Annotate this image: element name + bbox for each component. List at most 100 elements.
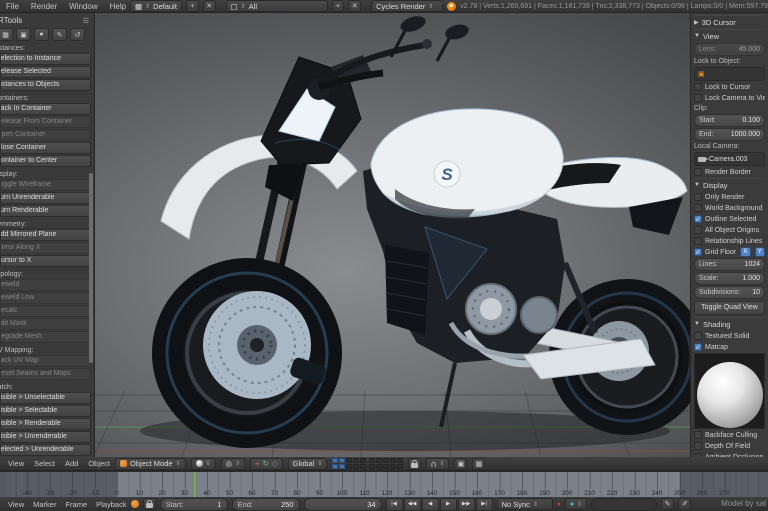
tool-button[interactable]: Add Mirrored Plane	[0, 229, 91, 241]
manipulator-toggle[interactable]: +↻◇	[250, 458, 282, 470]
layer-cell[interactable]	[346, 458, 352, 463]
tool-button[interactable]: Close Container	[0, 142, 91, 154]
checkbox-row-backface-culling[interactable]: Backface Culling	[694, 430, 765, 440]
tool-shelf-scrollbar[interactable]	[89, 173, 93, 363]
layer-cell[interactable]	[360, 458, 366, 463]
screen-layout-selector[interactable]: ▦ ⇕ Default	[130, 0, 182, 12]
checkbox-row-lock-to-cursor[interactable]: Lock to Cursor	[694, 82, 765, 92]
layer-cell[interactable]	[376, 458, 382, 463]
matcap-preview[interactable]	[694, 353, 765, 429]
checkbox[interactable]	[694, 431, 702, 439]
scene-lock-button[interactable]	[408, 458, 421, 470]
menu-render[interactable]: Render	[31, 2, 57, 11]
tool-button[interactable]: Visible > Selectable	[0, 405, 91, 417]
layer-cell[interactable]	[383, 458, 389, 463]
prev-keyframe-button[interactable]: ◀◀	[404, 498, 421, 511]
layers-widget[interactable]	[332, 458, 403, 469]
jump-to-end-button[interactable]: ▶|	[476, 498, 493, 511]
render-ops-camera-button[interactable]: ▣	[454, 458, 467, 470]
render-engine-selector[interactable]: Cycles Render ⇕	[371, 0, 443, 12]
frame-end-field[interactable]: End: 250	[232, 498, 300, 511]
playhead[interactable]	[194, 472, 196, 498]
tool-button[interactable]: Mirror Along X	[0, 242, 91, 254]
grid-icon[interactable]: ▦	[0, 28, 13, 41]
range-lock-button[interactable]	[143, 498, 156, 510]
checkbox[interactable]	[694, 442, 702, 450]
lines-field[interactable]: Lines:1024	[694, 258, 765, 271]
subdivisions-field[interactable]: Subdivisions:10	[694, 286, 765, 299]
viewport-3d[interactable]: S	[95, 13, 690, 457]
view3d-menu-add[interactable]: Add	[65, 459, 78, 468]
checkbox[interactable]	[694, 226, 702, 234]
toggle-quad-view-button[interactable]: Toggle Quad View	[694, 301, 765, 315]
checkbox-row-lock-camera-to-view[interactable]: Lock Camera to View	[694, 93, 765, 103]
keying-set-selector[interactable]: ● ⇕	[565, 498, 587, 510]
play-button[interactable]: ▶	[440, 498, 457, 511]
tool-button[interactable]: Edit Mask	[0, 318, 91, 330]
frame-start-field[interactable]: Start: 1	[160, 498, 228, 511]
end-field[interactable]: End:1000.000	[694, 128, 765, 141]
keying-set-field[interactable]	[591, 498, 657, 511]
checkbox[interactable]: ✓	[694, 248, 702, 256]
panel-header-view[interactable]: ▼View	[694, 29, 765, 42]
panel-menu-icon[interactable]: ☰	[83, 17, 89, 25]
close-layout-button[interactable]: ✕	[203, 0, 216, 12]
sphere-icon[interactable]: ●	[34, 28, 49, 41]
menu-file[interactable]: File	[6, 2, 19, 11]
view3d-menu-view[interactable]: View	[8, 459, 24, 468]
axis-toggle-x[interactable]: X	[740, 247, 750, 257]
checkbox[interactable]	[694, 168, 702, 176]
checkbox[interactable]: ✓	[694, 215, 702, 223]
timeline-menu-playback[interactable]: Playback	[96, 500, 126, 509]
menu-help[interactable]: Help	[110, 2, 126, 11]
refresh-icon[interactable]: ↺	[70, 28, 85, 41]
checkbox[interactable]	[694, 94, 702, 102]
layer-cell[interactable]	[339, 458, 345, 463]
layer-cell[interactable]	[390, 464, 396, 469]
layer-cell[interactable]	[353, 458, 359, 463]
axis-toggle-y[interactable]: Y	[755, 247, 765, 257]
scale-field[interactable]: Scale:1.000	[694, 272, 765, 285]
current-frame-field[interactable]: 34	[304, 498, 382, 511]
layer-cell[interactable]	[339, 464, 345, 469]
tool-button[interactable]: Instances to Objects	[0, 79, 91, 91]
insert-keyframe-button[interactable]: ✎	[661, 498, 674, 510]
tool-button[interactable]: Release Selected	[0, 66, 91, 78]
checkbox[interactable]	[694, 193, 702, 201]
next-keyframe-button[interactable]: ▶▶	[458, 498, 475, 511]
tool-button[interactable]: Visible > Renderable	[0, 418, 91, 430]
tool-button[interactable]: Recalc	[0, 305, 91, 317]
checkbox-row-world-background[interactable]: World Background	[694, 203, 765, 213]
layer-cell[interactable]	[397, 464, 403, 469]
menu-window[interactable]: Window	[69, 2, 97, 11]
layer-cell[interactable]	[332, 458, 338, 463]
tool-button[interactable]: Visible > Unselectable	[0, 392, 91, 404]
layer-cell[interactable]	[369, 458, 375, 463]
checkbox-row-outline-selected[interactable]: ✓Outline Selected	[694, 214, 765, 224]
tool-button[interactable]: Open Container	[0, 129, 91, 141]
layer-cell[interactable]	[397, 458, 403, 463]
object-picker-field[interactable]: ▣	[694, 67, 765, 81]
brush-icon[interactable]: ✎	[52, 28, 67, 41]
layer-cell[interactable]	[369, 464, 375, 469]
sync-selector[interactable]: No Sync ⇕	[497, 498, 553, 510]
tool-button[interactable]: Reset Seams and Maps	[0, 368, 91, 380]
view3d-menu-select[interactable]: Select	[34, 459, 55, 468]
snap-toggle[interactable]: U ⇕	[426, 458, 449, 470]
tool-button[interactable]: Toggle Wireframe	[0, 179, 91, 191]
tool-button[interactable]: Reweld Low	[0, 292, 91, 304]
panel-header-3d-cursor[interactable]: ▶3D Cursor	[694, 15, 765, 28]
checkbox[interactable]	[694, 332, 702, 340]
layer-cell[interactable]	[360, 464, 366, 469]
add-layout-button[interactable]: +	[186, 0, 199, 12]
play-reverse-button[interactable]: ◀	[422, 498, 439, 511]
render-ops-image-button[interactable]: ▦	[472, 458, 485, 470]
timeline-menu-view[interactable]: View	[8, 500, 24, 509]
checkbox[interactable]	[694, 204, 702, 212]
tool-button[interactable]: Pack UV Map	[0, 355, 91, 367]
layer-cell[interactable]	[332, 464, 338, 469]
delete-keyframe-button[interactable]: ✎	[678, 498, 691, 510]
pivot-selector[interactable]: ◎ ⇕	[221, 458, 246, 470]
layer-cell[interactable]	[383, 464, 389, 469]
tool-button[interactable]: Selection to Instance	[0, 53, 91, 65]
